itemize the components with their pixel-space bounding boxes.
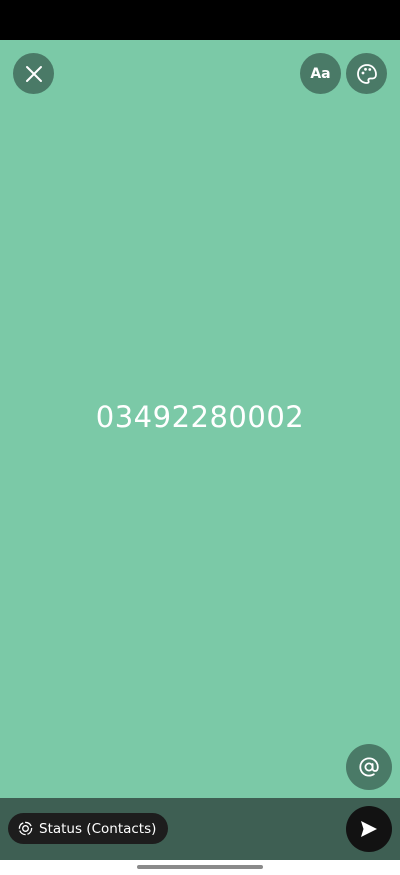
- palette-icon: [356, 63, 377, 84]
- close-icon: [25, 65, 42, 82]
- status-text[interactable]: 03492280002: [0, 400, 400, 434]
- send-icon: [361, 821, 377, 837]
- status-privacy-label: Status (Contacts): [39, 820, 157, 837]
- status-ring-icon: [18, 821, 33, 836]
- send-button[interactable]: [346, 806, 392, 852]
- gesture-nav-area: [0, 860, 400, 875]
- background-color-button[interactable]: [346, 53, 387, 94]
- mention-button[interactable]: [346, 744, 392, 790]
- close-button[interactable]: [13, 53, 54, 94]
- status-privacy-button[interactable]: Status (Contacts): [8, 813, 169, 844]
- font-style-label: Aa: [310, 65, 331, 82]
- status-composer-canvas[interactable]: Aa 03492280002: [0, 40, 400, 798]
- composer-footer: Status (Contacts): [0, 798, 400, 860]
- home-indicator[interactable]: [137, 865, 263, 869]
- font-style-button[interactable]: Aa: [300, 53, 341, 94]
- at-sign-icon: [359, 757, 379, 777]
- system-status-bar: [0, 0, 400, 40]
